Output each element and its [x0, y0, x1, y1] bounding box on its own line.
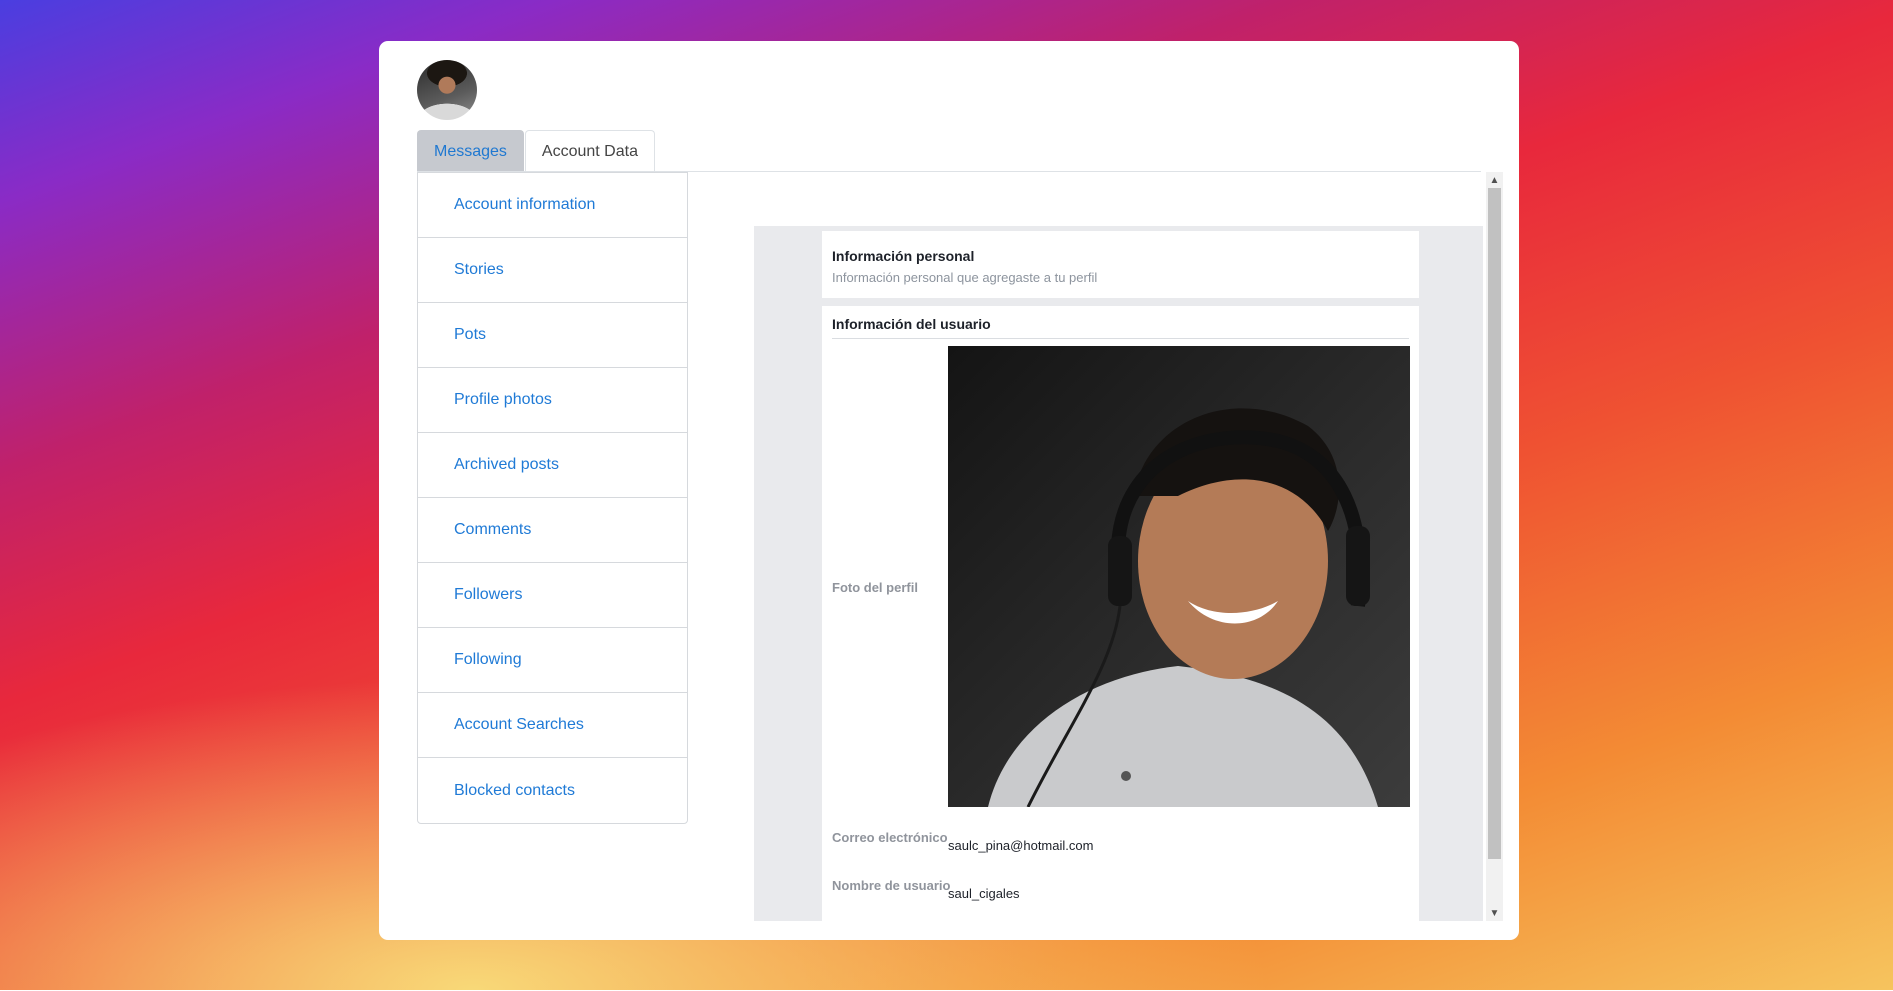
personal-info-title: Información personal	[832, 248, 975, 264]
menu-item-followers[interactable]: Followers	[418, 563, 687, 628]
scrollbar-thumb[interactable]	[1488, 188, 1501, 859]
scroll-up-arrow-icon[interactable]: ▲	[1486, 172, 1503, 188]
username-value: saul_cigales	[948, 886, 1020, 901]
tab-messages[interactable]: Messages	[417, 130, 524, 173]
scroll-down-arrow-icon[interactable]: ▼	[1486, 905, 1503, 921]
user-info-panel: Información del usuario Foto del perfil	[822, 306, 1419, 921]
profile-photo-label: Foto del perfil	[832, 580, 918, 595]
menu-item-stories[interactable]: Stories	[418, 238, 687, 303]
menu-item-following[interactable]: Following	[418, 628, 687, 693]
username-label: Nombre de usuario	[832, 878, 951, 893]
menu-item-archived-posts[interactable]: Archived posts	[418, 433, 687, 498]
menu-item-profile-photos[interactable]: Profile photos	[418, 368, 687, 433]
sidebar-menu: Account information Stories Pots Profile…	[417, 172, 688, 824]
menu-item-account-information[interactable]: Account information	[418, 173, 687, 238]
content-background: Información personal Información persona…	[754, 226, 1483, 921]
menu-item-pots[interactable]: Pots	[418, 303, 687, 368]
personal-info-panel: Información personal Información persona…	[822, 231, 1419, 298]
content-scrollbar[interactable]: ▲ ▼	[1486, 172, 1503, 921]
main-card: Messages Account Data Account informatio…	[379, 41, 1519, 940]
profile-photo-illustration	[988, 408, 1378, 807]
user-info-title: Información del usuario	[832, 316, 1409, 339]
email-value: saulc_pina@hotmail.com	[948, 838, 1094, 853]
tab-account-data[interactable]: Account Data	[524, 130, 655, 173]
content-frame[interactable]: Información personal Información persona…	[716, 172, 1503, 921]
personal-info-subtitle: Información personal que agregaste a tu …	[832, 270, 1098, 285]
email-label: Correo electrónico	[832, 830, 948, 845]
menu-item-blocked-contacts[interactable]: Blocked contacts	[418, 758, 687, 823]
menu-item-comments[interactable]: Comments	[418, 498, 687, 563]
profile-photo	[948, 346, 1410, 807]
profile-avatar[interactable]	[417, 60, 477, 120]
tab-bar: Messages Account Data	[417, 130, 655, 174]
menu-item-account-searches[interactable]: Account Searches	[418, 693, 687, 758]
